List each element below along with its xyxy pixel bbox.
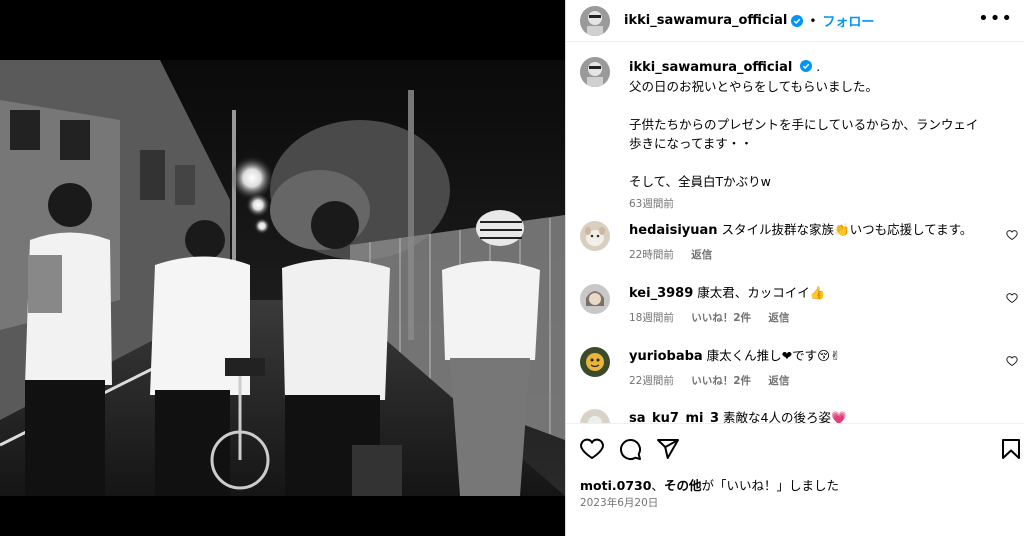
caption-line-break — [629, 153, 978, 172]
liked-by-username[interactable]: moti.0730 — [580, 478, 651, 493]
comment-item: kei_3989 康太君、カッコイイ👍 18週間前 いいね！2件 返信 — [580, 284, 1020, 327]
avatar-image — [580, 221, 610, 251]
like-comment-heart-icon[interactable] — [1006, 229, 1018, 241]
comments-scroll-area[interactable]: ikki_sawamura_official . 父の日のお祝いとやらをしてもら… — [566, 43, 1024, 423]
separator-dot: • — [809, 13, 817, 28]
caption-line: そして、全員白Tかぶりw — [629, 174, 771, 189]
bookmark-icon[interactable] — [999, 437, 1023, 461]
avatar-image — [580, 347, 610, 377]
heart-icon[interactable] — [580, 437, 604, 461]
follow-button[interactable]: フォロー — [822, 11, 874, 30]
comment-username[interactable]: sa_ku7_mi_3 — [629, 411, 719, 423]
comment-timestamp[interactable]: 22時間前 — [629, 249, 674, 261]
photo-image — [0, 0, 565, 536]
caption-text: 父の日のお祝いとやらをしてもらいました。 子供たちからのプレゼントを手にしている… — [629, 77, 978, 191]
comment-username[interactable]: hedaisiyuan — [629, 223, 718, 238]
comment-likes-count[interactable]: いいね！2件 — [691, 312, 751, 324]
caption-avatar[interactable] — [580, 57, 610, 87]
comment-avatar[interactable] — [580, 284, 610, 314]
comment-text: 素敵な4人の後ろ姿💗 — [723, 410, 847, 423]
comment-username[interactable]: yuriobaba — [629, 349, 703, 364]
liked-by-tail: が「いいね！」しました — [701, 478, 839, 493]
avatar-image — [580, 409, 610, 423]
comment-likes-count[interactable]: いいね！2件 — [691, 375, 751, 387]
reply-button[interactable]: 返信 — [768, 375, 789, 387]
avatar-image — [580, 5, 610, 36]
caption-line: 父の日のお祝いとやらをしてもらいました。 — [629, 79, 879, 94]
avatar-image — [580, 57, 610, 87]
caption-line-break — [629, 96, 978, 115]
caption-username[interactable]: ikki_sawamura_official — [629, 60, 792, 75]
comment-timestamp[interactable]: 18週間前 — [629, 312, 674, 324]
comment-avatar[interactable] — [580, 221, 610, 251]
comment-item: hedaisiyuan スタイル抜群な家族👏いつも応援してます。 22時間前 返… — [580, 221, 1020, 264]
comment-text: 康太君、カッコイイ👍 — [697, 285, 826, 300]
comment-text: 康太くん推し❤です😚✌ — [706, 348, 841, 363]
like-comment-heart-icon[interactable] — [1006, 355, 1018, 367]
post-side-panel: ikki_sawamura_official • フォロー ••• ikki_s… — [565, 0, 1024, 536]
comment-username[interactable]: kei_3989 — [629, 286, 693, 301]
liked-by-line: moti.0730、その他が「いいね！」しました — [580, 475, 839, 494]
like-comment-heart-icon[interactable] — [1006, 292, 1018, 304]
avatar[interactable] — [580, 5, 610, 36]
comment-item: yuriobaba 康太くん推し❤です😚✌ 22週間前 いいね！2件 返信 — [580, 347, 1020, 390]
comment-text: スタイル抜群な家族👏いつも応援してます。 — [721, 222, 973, 237]
verified-badge-icon — [800, 60, 813, 72]
comment-avatar[interactable] — [580, 347, 610, 377]
verified-badge-icon — [791, 14, 804, 27]
post-caption: ikki_sawamura_official . 父の日のお祝いとやらをしてもら… — [580, 57, 1010, 214]
liked-by-separator: 、 — [651, 478, 664, 493]
post-date[interactable]: 2023年6月20日 — [580, 495, 658, 510]
share-icon[interactable] — [656, 437, 680, 461]
avatar-image — [580, 284, 610, 314]
comment-item: sa_ku7_mi_3 素敵な4人の後ろ姿💗 — [580, 409, 1020, 423]
post-photo[interactable] — [0, 0, 565, 536]
post-header: ikki_sawamura_official • フォロー ••• — [566, 0, 1024, 42]
caption-timestamp[interactable]: 63週間前 — [629, 195, 978, 214]
comment-icon[interactable] — [618, 437, 642, 461]
liked-by-others[interactable]: その他 — [664, 478, 702, 493]
caption-line: 子供たちからのプレゼントを手にしているからか、ランウェイ — [629, 117, 979, 132]
more-icon[interactable]: ••• — [978, 8, 1013, 29]
reply-button[interactable]: 返信 — [691, 249, 712, 261]
reply-button[interactable]: 返信 — [768, 312, 789, 324]
comment-timestamp[interactable]: 22週間前 — [629, 375, 674, 387]
caption-suffix: . — [816, 59, 821, 74]
post-author-username[interactable]: ikki_sawamura_official — [624, 13, 787, 28]
caption-line: 歩きになってます・・ — [629, 136, 753, 151]
post-actions: moti.0730、その他が「いいね！」しました 2023年6月20日 — [566, 423, 1024, 536]
comment-avatar[interactable] — [580, 409, 610, 423]
